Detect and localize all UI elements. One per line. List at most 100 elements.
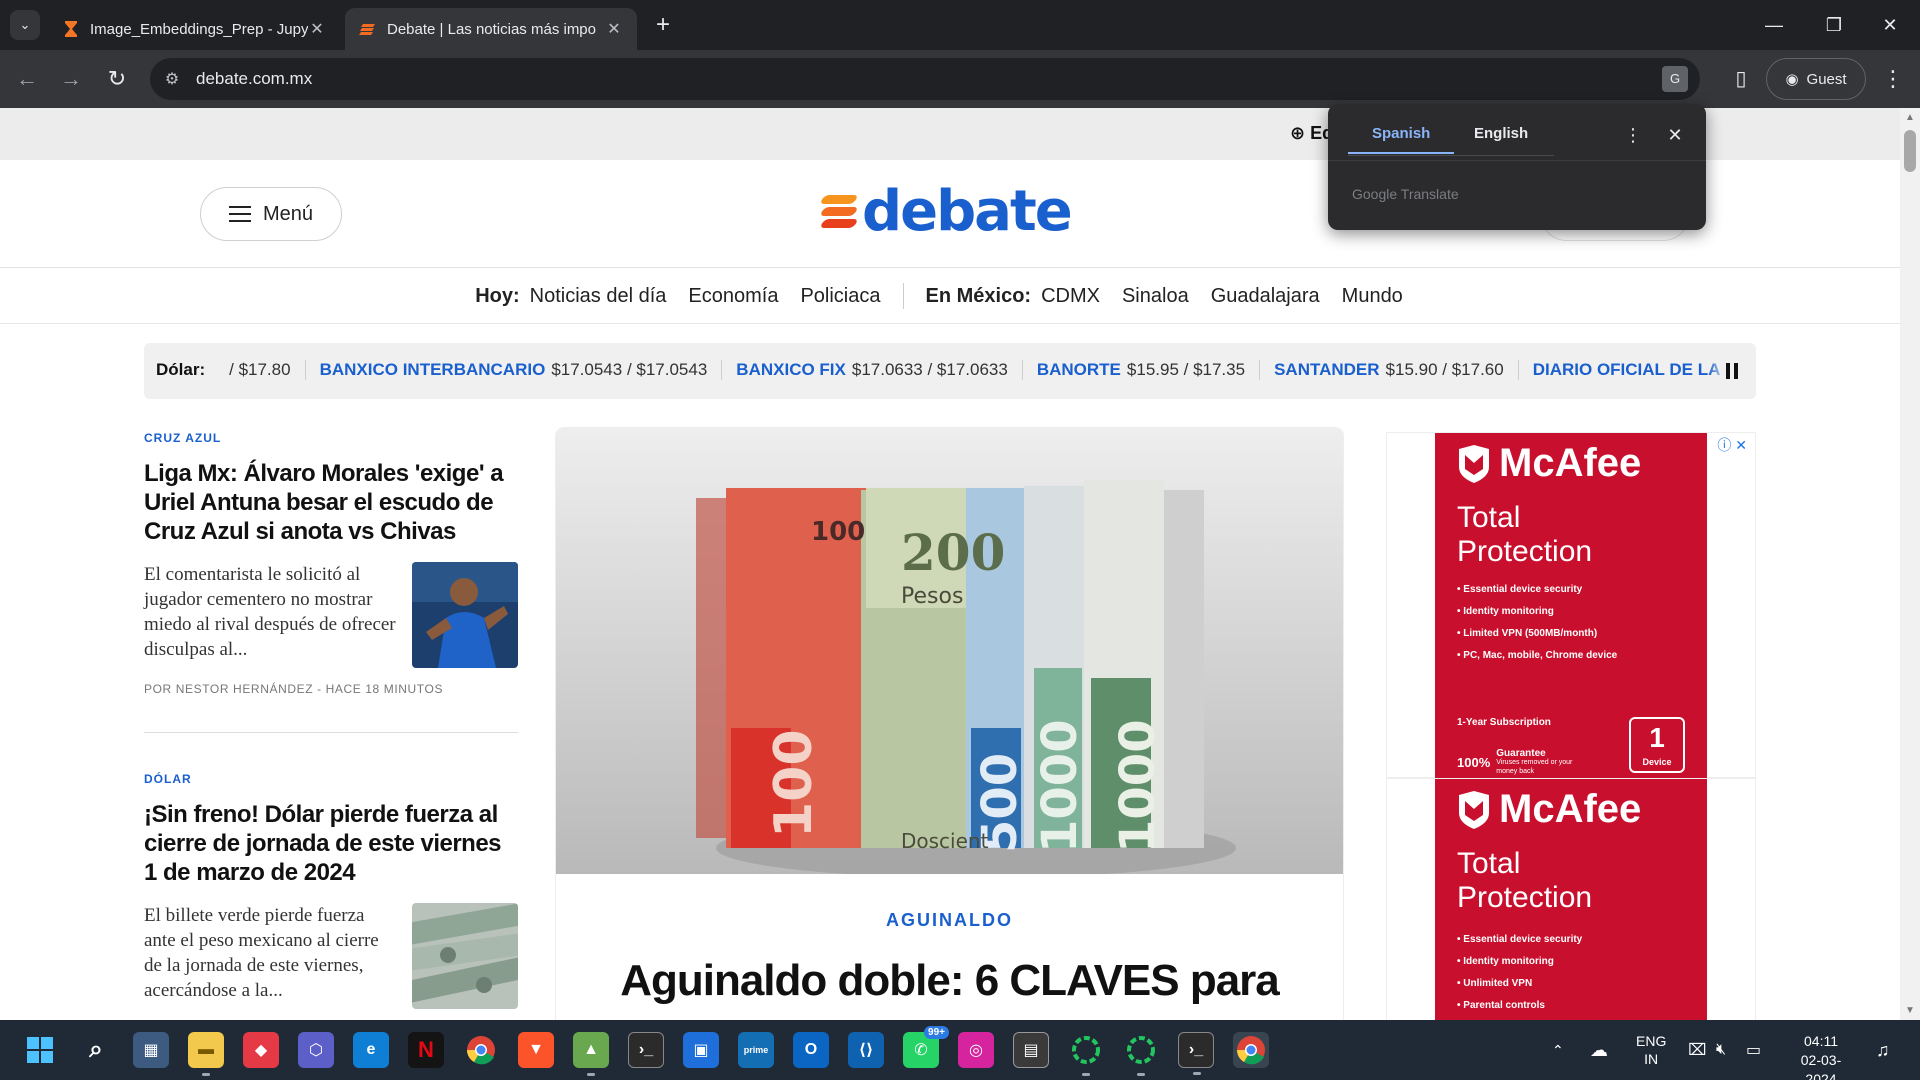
hero-article[interactable]: 100 200 Pesos 100 500 1000 1000 Doscient… <box>556 428 1343 1020</box>
chrome-icon[interactable] <box>463 1032 499 1068</box>
article-headline[interactable]: Liga Mx: Álvaro Morales 'exige' a Uriel … <box>144 459 518 546</box>
scroll-up-icon[interactable]: ▲ <box>1900 112 1920 123</box>
search-icon[interactable]: ⌕ <box>78 1032 114 1068</box>
translate-icon[interactable]: G <box>1662 66 1688 92</box>
menu-button[interactable]: Menú <box>200 187 342 241</box>
whatsapp-badge: 99+ <box>924 1026 949 1039</box>
minimize-button[interactable]: — <box>1754 10 1794 40</box>
instagram-icon[interactable]: ◎ <box>958 1032 994 1068</box>
ticker-item[interactable]: BANXICO INTERBANCARIO $17.0543 / $17.054… <box>306 360 723 380</box>
article-card[interactable]: DÓLAR ¡Sin freno! Dólar pierde fuerza al… <box>144 772 518 1009</box>
whatsapp-icon[interactable]: ✆ 99+ <box>903 1026 949 1068</box>
nav-link-sinaloa[interactable]: Sinaloa <box>1122 285 1189 308</box>
hero-title[interactable]: Aguinaldo doble: 6 CLAVES para <box>556 956 1343 1006</box>
ad-feature: • Identity monitoring <box>1457 956 1554 967</box>
notification-bell-icon[interactable]: ♫ <box>1876 1020 1890 1080</box>
ticker-item[interactable]: BANORTE $15.95 / $17.35 <box>1023 360 1261 380</box>
system-clock[interactable]: 04:11 02-03-2024 <box>1786 1032 1856 1080</box>
network-icon[interactable]: ⌧ <box>1688 1020 1706 1080</box>
app-icon[interactable]: ▣ <box>683 1032 719 1068</box>
web-page: ⊕ Ed Menú debate Hoy: Noticias del día E… <box>0 108 1900 1020</box>
article-thumbnail[interactable] <box>412 562 518 668</box>
ad-slot[interactable]: ⓘ ✕ McAfee Total Protection • Essential … <box>1386 432 1756 779</box>
app-icon[interactable]: ▤ <box>1013 1032 1049 1068</box>
close-tab-icon[interactable]: ✕ <box>308 19 326 39</box>
url-text[interactable]: debate.com.mx <box>196 69 312 89</box>
hero-kicker[interactable]: AGUINALDO <box>556 910 1343 931</box>
article-thumbnail[interactable] <box>412 903 518 1009</box>
site-settings-icon[interactable]: ⚙ <box>162 69 182 89</box>
profile-button[interactable]: ◉ Guest <box>1766 58 1866 100</box>
ticker-bank: BANXICO FIX <box>736 360 846 379</box>
onedrive-icon[interactable]: ☁ <box>1590 1020 1608 1080</box>
article-kicker[interactable]: CRUZ AZUL <box>144 431 518 445</box>
tab-jupyter[interactable]: Image_Embeddings_Prep - Jupy ✕ <box>48 8 340 50</box>
article-card[interactable]: CRUZ AZUL Liga Mx: Álvaro Morales 'exige… <box>144 431 518 696</box>
note-label: 1000 <box>1110 719 1166 853</box>
app-icon[interactable]: ◆ <box>243 1032 279 1068</box>
copilot-icon[interactable]: ⬡ <box>298 1032 334 1068</box>
new-tab-button[interactable]: + <box>650 12 676 38</box>
app-icon[interactable] <box>1068 1032 1104 1076</box>
logo-text: debate <box>862 178 1073 244</box>
ad-choices-icon[interactable]: ⓘ ✕ <box>1717 435 1747 455</box>
scroll-down-icon[interactable]: ▼ <box>1900 1005 1920 1016</box>
pause-icon[interactable] <box>1708 343 1756 399</box>
browser-menu-icon[interactable]: ⋮ <box>1878 64 1908 94</box>
site-logo[interactable]: debate <box>818 178 1073 244</box>
address-bar[interactable]: ⚙ debate.com.mx G <box>150 58 1700 100</box>
edge-icon[interactable]: e <box>353 1032 389 1068</box>
ticker-item[interactable]: SANTANDER $15.90 / $17.60 <box>1260 360 1519 380</box>
forward-button[interactable]: → <box>56 64 86 94</box>
chrome-icon[interactable] <box>1233 1032 1269 1068</box>
restore-button[interactable]: ❐ <box>1814 10 1854 40</box>
nav-link-economia[interactable]: Economía <box>688 285 778 308</box>
scrollbar-thumb[interactable] <box>1904 130 1916 172</box>
reload-button[interactable]: ↻ <box>102 64 132 94</box>
article-headline[interactable]: ¡Sin freno! Dólar pierde fuerza al cierr… <box>144 800 518 887</box>
file-explorer-icon[interactable]: ▬ <box>188 1032 224 1076</box>
outlook-icon[interactable]: O <box>793 1032 829 1068</box>
terminal-icon[interactable]: ›_ <box>1178 1032 1214 1075</box>
nav-link-cdmx[interactable]: CDMX <box>1041 285 1100 308</box>
back-button[interactable]: ← <box>12 64 42 94</box>
tab-search-button[interactable]: ⌄ <box>10 10 40 40</box>
app-icon[interactable]: ▲ <box>573 1032 609 1076</box>
windows-start-icon[interactable] <box>22 1032 58 1068</box>
ad-slot[interactable]: McAfee Total Protection • Essential devi… <box>1386 778 1756 1020</box>
ad-guarantee-pct: 100% <box>1457 755 1491 770</box>
clock-time: 04:11 <box>1804 1033 1838 1049</box>
translate-tab-english[interactable]: English <box>1450 114 1552 154</box>
show-hidden-icons[interactable]: ⌃ <box>1552 1020 1564 1080</box>
nav-link-noticias[interactable]: Noticias del día <box>530 285 667 308</box>
tab-debate[interactable]: Debate | Las noticias más impo ✕ <box>345 8 637 50</box>
hero-image[interactable]: 100 200 Pesos 100 500 1000 1000 Doscient <box>556 428 1343 874</box>
language-indicator[interactable]: ENG IN <box>1636 1020 1666 1080</box>
prime-video-icon[interactable]: prime <box>738 1032 774 1068</box>
app-icon[interactable] <box>1123 1032 1159 1076</box>
vscode-icon[interactable]: ⟨⟩ <box>848 1032 884 1068</box>
netflix-icon[interactable]: N <box>408 1032 444 1068</box>
translate-tab-spanish[interactable]: Spanish <box>1348 114 1455 154</box>
terminal-icon[interactable]: ›_ <box>628 1032 664 1068</box>
brave-icon[interactable]: ▼ <box>518 1032 554 1068</box>
translate-divider <box>1328 160 1706 161</box>
mcafee-ad[interactable]: McAfee Total Protection • Essential devi… <box>1435 779 1707 1020</box>
nav-link-mundo[interactable]: Mundo <box>1342 285 1403 308</box>
article-kicker[interactable]: DÓLAR <box>144 772 518 786</box>
ticker-item[interactable]: BANXICO FIX $17.0633 / $17.0633 <box>722 360 1023 380</box>
nav-link-guadalajara[interactable]: Guadalajara <box>1211 285 1320 308</box>
page-scrollbar[interactable]: ▲ ▼ <box>1900 108 1920 1020</box>
translate-options-icon[interactable]: ⋮ <box>1618 120 1648 150</box>
currency-ticker: Dólar: / $17.80 BANXICO INTERBANCARIO $1… <box>144 343 1756 399</box>
edition-selector[interactable]: ⊕ Ed <box>1290 123 1333 144</box>
widgets-icon[interactable]: ▦ <box>133 1032 169 1068</box>
mcafee-ad[interactable]: McAfee Total Protection • Essential devi… <box>1435 433 1707 779</box>
volume-muted-icon[interactable]: 🔇︎ <box>1716 1020 1726 1080</box>
close-tab-icon[interactable]: ✕ <box>605 19 623 39</box>
close-window-button[interactable]: ✕ <box>1870 10 1910 40</box>
side-panel-icon[interactable]: ▯ <box>1726 64 1756 94</box>
translate-close-icon[interactable]: ✕ <box>1660 120 1690 150</box>
nav-link-policiaca[interactable]: Policiaca <box>800 285 880 308</box>
battery-icon[interactable]: ▭ <box>1746 1020 1761 1080</box>
